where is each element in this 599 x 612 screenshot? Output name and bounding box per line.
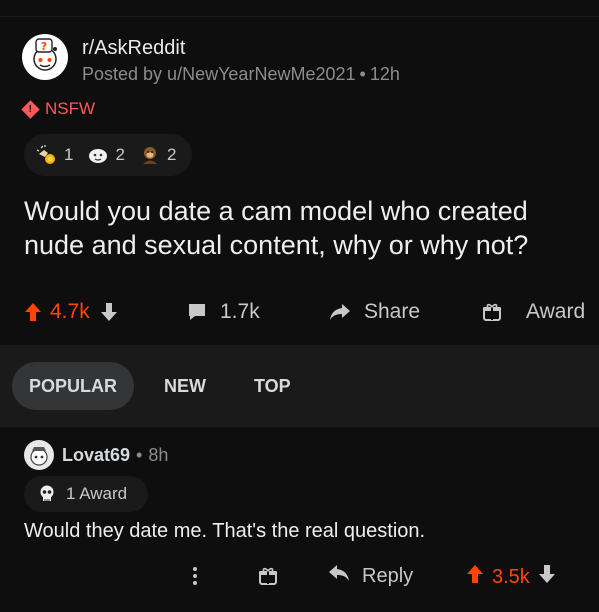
award-item: 2 <box>139 144 176 166</box>
meta-separator: • <box>136 444 143 465</box>
award-item: 2 <box>87 144 125 166</box>
upvote-icon[interactable] <box>24 302 42 322</box>
award-count: 1 <box>64 145 74 164</box>
share-button[interactable]: Share <box>328 300 420 324</box>
post-vote-group: 4.7k <box>24 300 118 324</box>
share-label: Share <box>364 300 421 323</box>
post-header: ? r/AskReddit Posted by u/NewYearNewMe20… <box>22 34 400 86</box>
sort-tab-top[interactable]: TOP <box>254 362 291 410</box>
comment-icon <box>186 301 208 323</box>
nsfw-icon: ! <box>21 99 40 119</box>
gift-icon <box>482 302 502 322</box>
post-action-bar: 4.7k 1.7k Share Award <box>0 298 599 332</box>
post-awards[interactable]: 1 2 2 <box>24 134 192 176</box>
comment-body: Would they date me. That's the real ques… <box>24 520 426 542</box>
comments-button[interactable]: 1.7k <box>186 300 260 324</box>
post-meta: Posted by u/NewYearNewMe2021 • 12h <box>82 62 400 86</box>
downvote-icon[interactable] <box>538 564 556 590</box>
comment-age: 8h <box>148 444 169 465</box>
comment-award-text: 1 Award <box>66 484 128 503</box>
award-count: 2 <box>166 145 177 164</box>
helpful-hand-award-icon <box>36 144 58 166</box>
award-button[interactable]: Award <box>482 300 585 324</box>
award-label: Award <box>526 300 586 323</box>
meta-separator: • <box>359 64 366 84</box>
monkey-award-icon <box>139 144 161 166</box>
subreddit-icon[interactable]: ? <box>22 34 68 80</box>
skull-award-icon <box>36 483 58 505</box>
comment-header: Lovat69 • 8h <box>24 440 168 470</box>
subreddit-name[interactable]: r/AskReddit <box>82 36 400 60</box>
give-award-button[interactable] <box>258 566 278 592</box>
share-icon <box>328 302 352 322</box>
comment-username[interactable]: Lovat69 <box>62 445 130 466</box>
more-options-button[interactable] <box>192 566 198 592</box>
posted-by[interactable]: Posted by u/NewYearNewMe2021 <box>82 64 356 84</box>
sort-tab-new[interactable]: NEW <box>164 362 206 410</box>
downvote-icon[interactable] <box>100 302 118 322</box>
comment-vote-count: 3.5k <box>492 565 530 588</box>
more-vertical-icon <box>192 566 198 592</box>
comment-sort-bar: POPULAR NEW TOP <box>0 345 599 427</box>
award-count: 2 <box>115 145 125 164</box>
comment-vote-group: 3.5k <box>466 564 556 590</box>
post-title[interactable]: Would you date a cam model who created n… <box>24 194 584 262</box>
comment-action-bar: Reply 3.5k <box>0 562 599 594</box>
award-item: 1 <box>36 144 73 166</box>
wholesome-award-icon <box>87 144 109 166</box>
avatar[interactable] <box>24 440 54 470</box>
nsfw-badge: ! NSFW <box>21 99 96 119</box>
sort-tab-popular[interactable]: POPULAR <box>12 362 134 410</box>
comment-awards[interactable]: 1 Award <box>24 476 148 512</box>
comment-count: 1.7k <box>220 300 260 323</box>
post-vote-count: 4.7k <box>50 300 90 323</box>
reply-button[interactable]: Reply <box>328 564 413 588</box>
post-age: 12h <box>369 64 400 84</box>
nsfw-label: NSFW <box>45 99 96 118</box>
svg-text:?: ? <box>41 40 47 53</box>
reply-icon <box>328 564 350 588</box>
reply-label: Reply <box>362 564 414 587</box>
gift-icon <box>258 566 278 592</box>
upvote-icon[interactable] <box>466 564 484 590</box>
top-divider <box>0 16 599 17</box>
